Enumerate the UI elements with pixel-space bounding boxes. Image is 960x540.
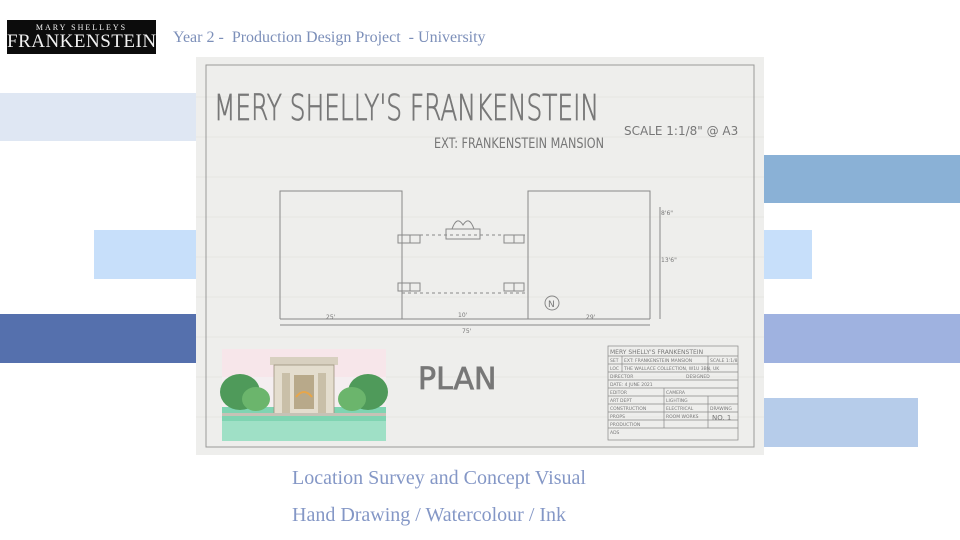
watercolour-concept-visual: [220, 349, 388, 441]
tb-r7-c2: NO. 1: [712, 414, 731, 422]
tb-r0-c1: EXT: FRANKENSTEIN MANSION: [624, 358, 692, 364]
drawing-scale: SCALE 1:1/8" @ A3: [624, 124, 738, 138]
page-header: Year 2 - Production Design Project - Uni…: [173, 29, 486, 46]
tb-r6-c2: DRAWING: [710, 406, 732, 412]
tb-r7-c0: PROPS: [610, 414, 625, 420]
decor-band-periwinkle: [740, 314, 960, 363]
drawing-subtitle: EXT: FRANKENSTEIN MANSION: [434, 136, 604, 152]
dim-label-2: 13'6": [661, 257, 677, 264]
tb-r9-c0: ADS: [610, 430, 620, 436]
tb-r4-c1: CAMERA: [666, 390, 686, 396]
decor-band-steel: [740, 155, 960, 203]
tb-r2-c0: DIRECTOR: [610, 374, 633, 380]
tb-r5-c0: ART DEPT: [610, 398, 632, 404]
decor-band-royal: [0, 314, 222, 363]
tb-r0-c2: SCALE 1:1/8: [710, 358, 738, 364]
dim-label-4: 10': [458, 312, 468, 319]
tb-r6-c1: ELECTRICAL: [666, 406, 694, 412]
frankenstein-logo: MARY SHELLEYS FRANKENSTEIN: [7, 20, 156, 54]
tb-r5-c1: LIGHTING: [666, 398, 688, 404]
dim-label-1: 8'6": [661, 210, 673, 217]
tb-r8-c0: PRODUCTION: [610, 422, 640, 428]
tb-r1-c1: THE WALLACE COLLECTION, W1U 3BN, UK: [623, 366, 720, 372]
decor-band-light: [740, 398, 918, 447]
plan-label: PLAN: [418, 362, 496, 397]
tb-r3-c0: DATE: 4 JUNE 2021: [610, 382, 653, 388]
tb-r4-c0: EDITOR: [610, 390, 627, 396]
dim-label-5: 29': [586, 314, 596, 321]
tb-r2-c2: DESIGNED: [686, 374, 710, 380]
tb-r6-c0: CONSTRUCTION: [610, 406, 646, 412]
decor-band-pale: [0, 93, 222, 141]
north-label: N: [548, 300, 555, 310]
logo-line-2: FRANKENSTEIN: [7, 31, 157, 52]
tb-r7-c1: ROOM WORKS: [666, 414, 699, 420]
floor-plan: [279, 190, 661, 326]
tb-r1-c0: LOC: [610, 366, 619, 372]
drawing-title: MERY SHELLY'S FRANKENSTEIN: [214, 88, 599, 129]
tb-r0-c0: SET: [610, 358, 619, 364]
dim-label-3: 25': [326, 314, 336, 321]
caption-line-1: Location Survey and Concept Visual: [292, 467, 586, 489]
title-block-title: MERY SHELLY'S FRANKENSTEIN: [610, 349, 703, 356]
dim-label-6: 75': [462, 328, 472, 335]
technical-drawing-image: MERY SHELLY'S FRANKENSTEIN EXT: FRANKENS…: [196, 57, 764, 455]
caption-line-2: Hand Drawing / Watercolour / Ink: [292, 504, 567, 526]
drawing-canvas: MERY SHELLY'S FRANKENSTEIN EXT: FRANKENS…: [196, 64, 764, 448]
